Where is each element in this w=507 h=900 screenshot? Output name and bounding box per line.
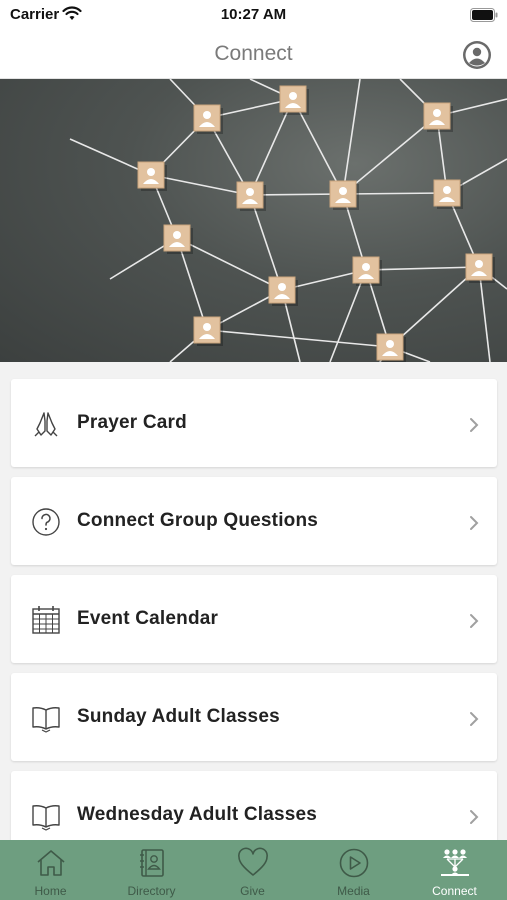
menu-item-prayer-card[interactable]: Prayer Card xyxy=(11,379,497,467)
person-block xyxy=(268,276,298,306)
tab-label: Directory xyxy=(127,884,176,898)
tab-home[interactable]: Home xyxy=(0,840,101,900)
person-block xyxy=(352,256,382,286)
network-thread xyxy=(342,79,361,195)
person-block xyxy=(193,104,223,134)
tab-directory[interactable]: Directory xyxy=(101,840,202,900)
people-network-icon xyxy=(441,849,469,876)
status-bar: Carrier 10:27 AM xyxy=(0,0,507,30)
menu-item-label: Event Calendar xyxy=(77,608,219,629)
menu-item-label: Wednesday Adult Classes xyxy=(77,804,318,825)
connect-menu-list: Prayer Card Connect Group Questions Even… xyxy=(11,379,497,869)
person-block xyxy=(433,179,463,209)
tab-give[interactable]: Give xyxy=(202,840,303,900)
house-icon xyxy=(37,850,65,876)
person-block xyxy=(137,161,167,191)
tab-label: Home xyxy=(34,884,67,898)
person-block xyxy=(465,253,495,283)
chevron-right-icon xyxy=(470,712,479,726)
network-thread xyxy=(206,329,391,348)
play-circle-icon xyxy=(339,848,369,878)
network-thread xyxy=(365,266,480,271)
person-block xyxy=(423,102,453,132)
tab-connect[interactable]: Connect xyxy=(404,840,505,900)
tab-label: Give xyxy=(240,884,265,898)
tab-media[interactable]: Media xyxy=(303,840,404,900)
question-circle-icon xyxy=(32,508,60,536)
page-title: Connect xyxy=(214,42,293,65)
heart-icon xyxy=(238,847,268,876)
directory-icon xyxy=(140,849,164,877)
person-block xyxy=(329,180,359,210)
person-block xyxy=(376,333,406,362)
tab-label: Media xyxy=(337,884,370,898)
tab-bar: Home Directory Give Media Connect xyxy=(0,840,507,900)
open-book-icon xyxy=(32,707,60,733)
network-thread xyxy=(342,115,438,195)
menu-item-event-calendar[interactable]: Event Calendar xyxy=(11,575,497,663)
navigation-bar: Connect xyxy=(0,30,507,79)
open-book-icon xyxy=(32,805,60,831)
tab-label: Connect xyxy=(432,884,477,898)
person-block xyxy=(163,224,193,254)
praying-hands-icon xyxy=(34,412,58,437)
calendar-icon xyxy=(32,606,60,634)
menu-item-label: Sunday Adult Classes xyxy=(77,706,280,727)
battery-icon xyxy=(470,8,498,22)
menu-item-connect-group-questions[interactable]: Connect Group Questions xyxy=(11,477,497,565)
menu-item-sunday-adult-classes[interactable]: Sunday Adult Classes xyxy=(11,673,497,761)
status-time: 10:27 AM xyxy=(220,6,287,23)
menu-item-label: Prayer Card xyxy=(77,412,187,433)
person-circle-icon[interactable] xyxy=(462,40,492,70)
person-block xyxy=(236,181,266,211)
person-block xyxy=(279,85,309,115)
chevron-right-icon xyxy=(470,810,479,824)
person-block xyxy=(193,316,223,346)
network-illustration xyxy=(69,79,507,362)
menu-item-label: Connect Group Questions xyxy=(77,510,319,531)
chevron-right-icon xyxy=(470,614,479,628)
chevron-right-icon xyxy=(470,418,479,432)
hero-image xyxy=(0,79,507,362)
chevron-right-icon xyxy=(470,516,479,530)
